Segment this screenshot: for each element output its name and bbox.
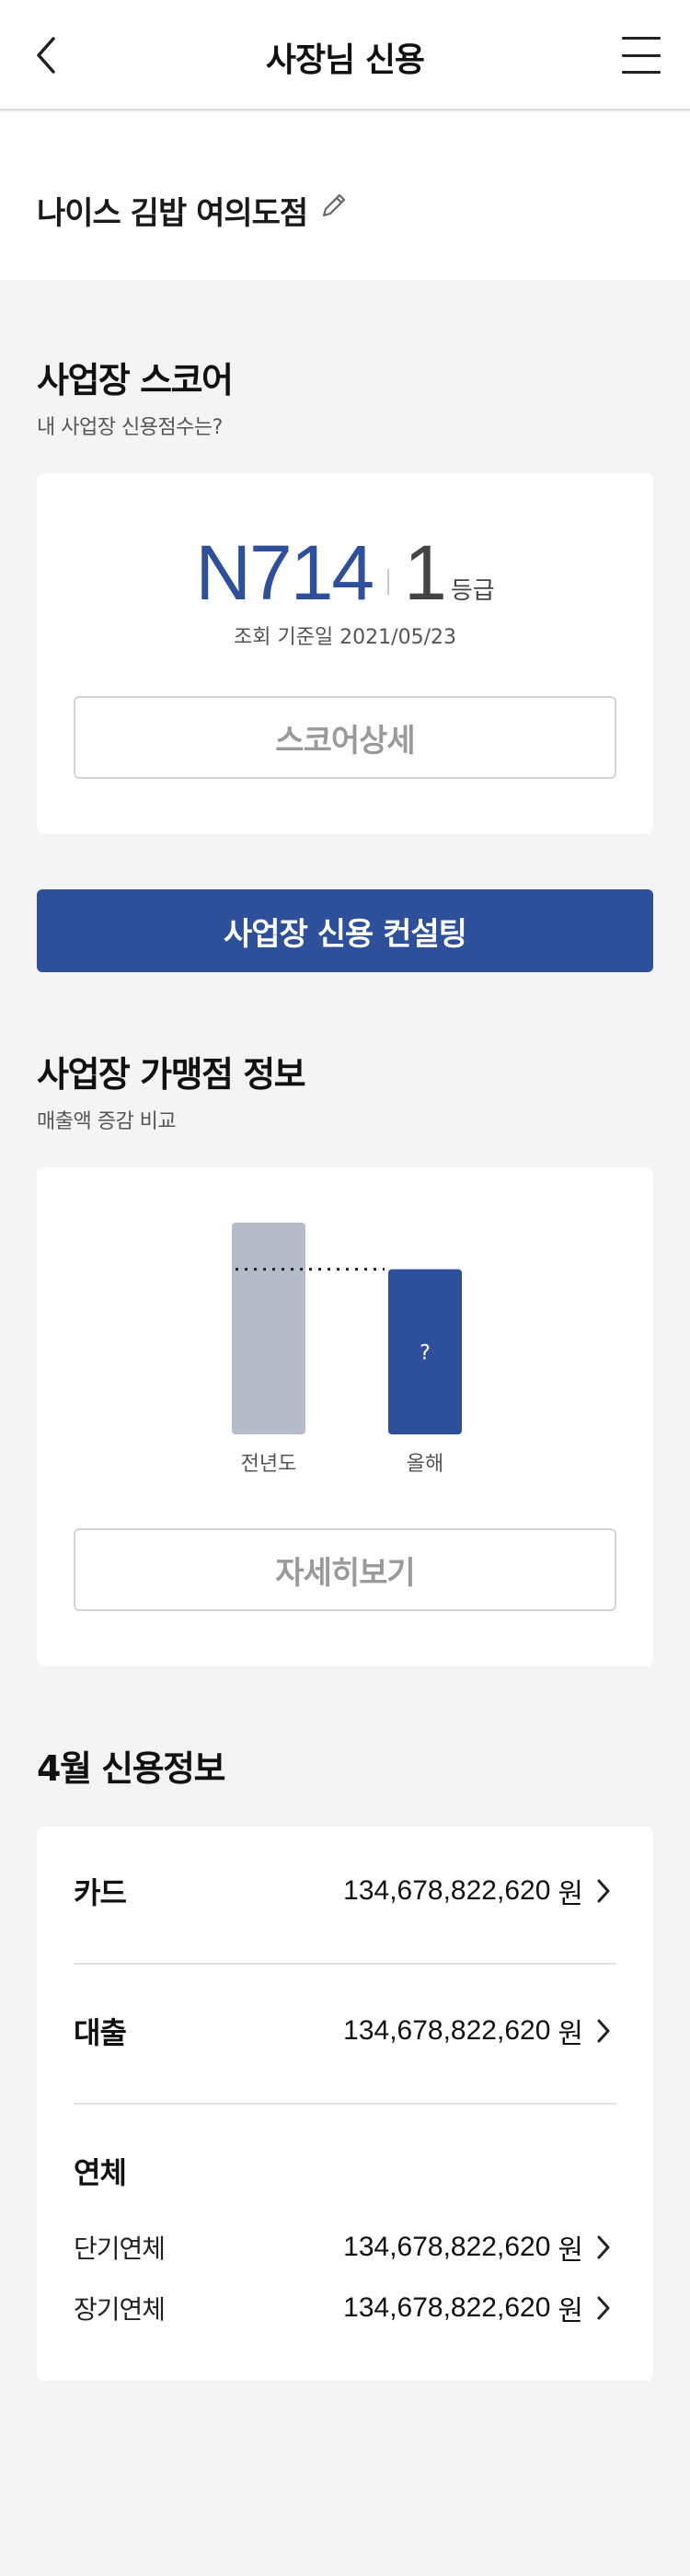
score-date: 조회 기준일 2021/05/23 — [234, 626, 456, 649]
overdue-item-unit: 원 — [558, 2234, 583, 2267]
chart-bar-0 — [232, 1223, 305, 1434]
chevron-right-icon — [596, 2017, 616, 2045]
score-value: N714 — [195, 529, 374, 616]
score-separator — [387, 569, 390, 595]
credit-section-title: 4월 신용정보 — [37, 1748, 225, 1789]
row-divider — [74, 1963, 616, 1965]
overdue-item-amount: 134,678,822,620 — [343, 2232, 551, 2262]
credit-row-short-overdue[interactable]: 단기연체 134,678,822,620 원 — [74, 2224, 616, 2270]
grade-unit: 등급 — [450, 577, 495, 605]
chart-category-label: 올해 — [406, 1453, 444, 1476]
overdue-label: 연체 — [74, 2155, 127, 2190]
overdue-item-label: 장기연체 — [74, 2294, 166, 2325]
chevron-right-icon — [596, 2294, 616, 2322]
pencil-icon — [322, 193, 346, 217]
credit-row-label: 대출 — [74, 2015, 127, 2050]
credit-card: 카드 134,678,822,620 원 대출 134,678,822,620 … — [37, 1827, 653, 2381]
overdue-item-label: 단기연체 — [74, 2234, 166, 2264]
credit-row-long-overdue[interactable]: 장기연체 134,678,822,620 원 — [74, 2285, 616, 2331]
hamburger-icon — [622, 37, 661, 40]
overdue-item-amount: 134,678,822,620 — [343, 2292, 551, 2323]
chevron-right-icon — [596, 1877, 616, 1905]
overdue-item-unit: 원 — [558, 2295, 583, 2327]
grade-value: 1 — [404, 529, 447, 616]
edit-store-button[interactable] — [318, 190, 351, 223]
page-title: 사장님 신용 — [265, 41, 425, 79]
chevron-right-icon — [596, 2234, 616, 2261]
score-section-title: 사업장 스코어 — [37, 360, 234, 400]
credit-row-card[interactable]: 카드 134,678,822,620 원 — [74, 1863, 616, 1919]
franchise-section-title: 사업장 가맹점 정보 — [37, 1054, 306, 1095]
credit-row-unit: 원 — [558, 1878, 583, 1910]
score-card: N714 1 등급 조회 기준일 2021/05/23 스코어상세 — [37, 473, 653, 834]
overdue-heading: 연체 — [74, 2143, 616, 2199]
franchise-detail-button[interactable]: 자세히보기 — [74, 1528, 616, 1611]
sales-comparison-chart: ? — [232, 1223, 462, 1434]
score-section-subtitle: 내 사업장 신용점수는? — [37, 416, 223, 439]
score-display: N714 1 등급 — [37, 519, 653, 611]
app-header: 사장님 신용 — [0, 0, 690, 110]
consulting-button[interactable]: 사업장 신용 컨설팅 — [37, 889, 653, 972]
franchise-section-subtitle: 매출액 증감 비교 — [37, 1110, 177, 1133]
menu-button[interactable] — [622, 37, 662, 74]
credit-row-unit: 원 — [558, 2018, 583, 2050]
credit-row-amount: 134,678,822,620 — [343, 2015, 551, 2046]
credit-row-label: 카드 — [74, 1875, 127, 1910]
store-bar: 나이스 김밥 여의도점 — [0, 112, 690, 280]
store-name: 나이스 김밥 여의도점 — [37, 195, 308, 232]
row-divider — [74, 2103, 616, 2105]
chart-category-label: 전년도 — [240, 1453, 297, 1476]
franchise-card: ? 자세히보기 전년도 올해 — [37, 1167, 653, 1666]
chart-bar-value-label: ? — [420, 1341, 431, 1364]
credit-row-loan[interactable]: 대출 134,678,822,620 원 — [74, 2003, 616, 2059]
credit-row-amount: 134,678,822,620 — [343, 1875, 551, 1906]
score-detail-button[interactable]: 스코어상세 — [74, 696, 616, 779]
